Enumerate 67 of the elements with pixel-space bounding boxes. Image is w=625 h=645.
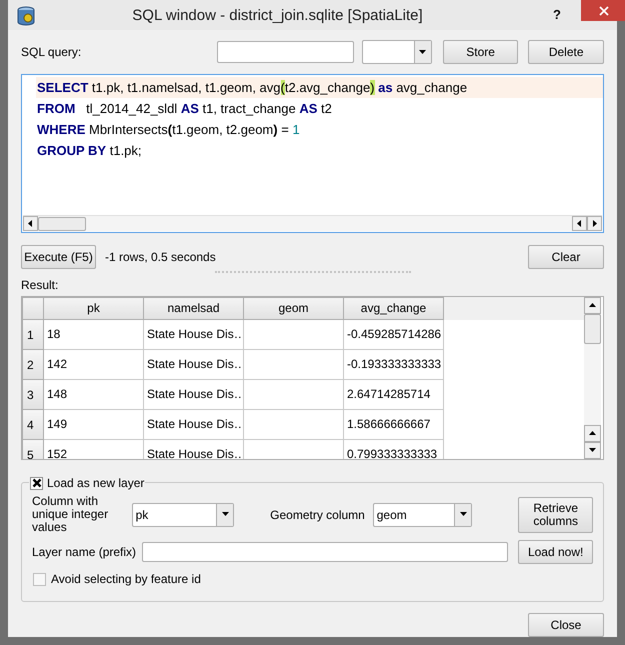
close-icon	[599, 6, 609, 16]
scroll-arrow-button[interactable]	[584, 425, 601, 442]
clear-button[interactable]: Clear	[528, 245, 604, 269]
code-line: SELECT t1.pk, t1.namelsad, t1.geom, avg(t2.avg_change) as avg_change	[37, 80, 468, 95]
vertical-scrollbar[interactable]	[584, 297, 601, 459]
dropdown[interactable]: pk	[132, 502, 234, 526]
scroll-arrow-button[interactable]	[584, 442, 601, 459]
window-title: SQL window - district_join.sqlite [SpatiaLite]	[132, 6, 423, 26]
table-cell: State House Dis…	[144, 320, 244, 350]
code-line: FROM tl_2014_42_sldl AS t1, tract_change AS t2	[37, 101, 332, 116]
table-cell: State House Dis…	[144, 380, 244, 410]
table-cell: 18	[44, 320, 144, 350]
horizontal-scrollbar[interactable]	[23, 215, 602, 231]
database-icon	[16, 6, 36, 26]
status-text: -1 rows, 0.5 seconds	[105, 249, 217, 266]
code-line: GROUP BY t1.pk;	[37, 143, 142, 158]
row-header[interactable]: 1	[22, 320, 44, 350]
table-cell: 2.64714285714	[344, 380, 444, 410]
toolbar-button[interactable]: Store	[442, 40, 518, 64]
help-button[interactable]: ?	[553, 5, 561, 24]
table-cell: -0.459285714286	[344, 320, 444, 350]
close-button[interactable]	[581, 0, 625, 21]
retrieve-button[interactable]: Retrieve columns	[518, 496, 593, 532]
column-header[interactable]: pk	[44, 297, 144, 320]
table-cell: 149	[44, 410, 144, 440]
table-cell: -0.193333333333	[344, 350, 444, 380]
query-name-field[interactable]	[216, 41, 354, 63]
table-cell: State House Dis…	[144, 410, 244, 440]
column-header[interactable]: avg_change	[344, 297, 444, 320]
code-line: WHERE MbrIntersects(t1.geom, t2.geom) = 1	[37, 122, 300, 137]
sql-query-label: SQL query:	[21, 44, 82, 61]
row-header[interactable]: 5	[22, 440, 44, 459]
close-dialog-button[interactable]: Close	[528, 613, 604, 637]
load-now-button[interactable]: Load now!	[518, 540, 593, 564]
table-cell: 0.799333333333	[344, 440, 444, 459]
scrollbar-thumb[interactable]	[584, 314, 601, 344]
sql-editor[interactable]: SELECT t1.pk, t1.namelsad, t1.geom, avg(t2.avg_change) as avg_change FROM tl_2014_42_sldl AS t1, tract_change AS t2 WHERE MbrIntersects(t1.geom, t2.geom) = 1 GROUP BY t1.pk;	[21, 74, 604, 233]
scrollbar-thumb[interactable]	[38, 216, 86, 230]
scroll-arrow-button[interactable]	[587, 216, 602, 231]
table-cell: State House Dis…	[144, 440, 244, 459]
row-header[interactable]: 3	[22, 380, 44, 410]
table-cell: 1.58666666667	[344, 410, 444, 440]
checkbox[interactable]	[30, 476, 43, 490]
field-label: Column with unique integer values	[32, 495, 110, 534]
row-header[interactable]: 4	[22, 410, 44, 440]
table-cell: 142	[44, 350, 144, 380]
table-cell: 148	[44, 380, 144, 410]
table-cell: State House Dis…	[144, 350, 244, 380]
table-cell: 152	[44, 440, 144, 459]
column-header[interactable]: namelsad	[144, 297, 244, 320]
scroll-arrow-button[interactable]	[584, 297, 601, 314]
execute-button[interactable]: Execute (F5)	[21, 245, 96, 269]
result-label: Result:	[21, 277, 60, 293]
column-header[interactable]: geom	[244, 297, 344, 320]
dropdown[interactable]	[362, 40, 432, 64]
checkbox-label: Avoid selecting by feature id	[51, 571, 201, 588]
scroll-arrow-button[interactable]	[23, 216, 38, 231]
corner-button[interactable]	[22, 297, 44, 320]
field-label: Geometry column	[270, 506, 366, 524]
row-header[interactable]: 2	[22, 350, 44, 380]
checkbox[interactable]	[33, 572, 46, 586]
layer-name-field[interactable]	[142, 542, 508, 562]
field-label: Layer name (prefix)	[32, 544, 138, 561]
checkbox-label: Load as new layer	[47, 475, 144, 492]
dropdown[interactable]: geom	[372, 502, 472, 526]
scroll-arrow-button[interactable]	[572, 216, 587, 231]
toolbar-button[interactable]: Delete	[528, 40, 604, 64]
